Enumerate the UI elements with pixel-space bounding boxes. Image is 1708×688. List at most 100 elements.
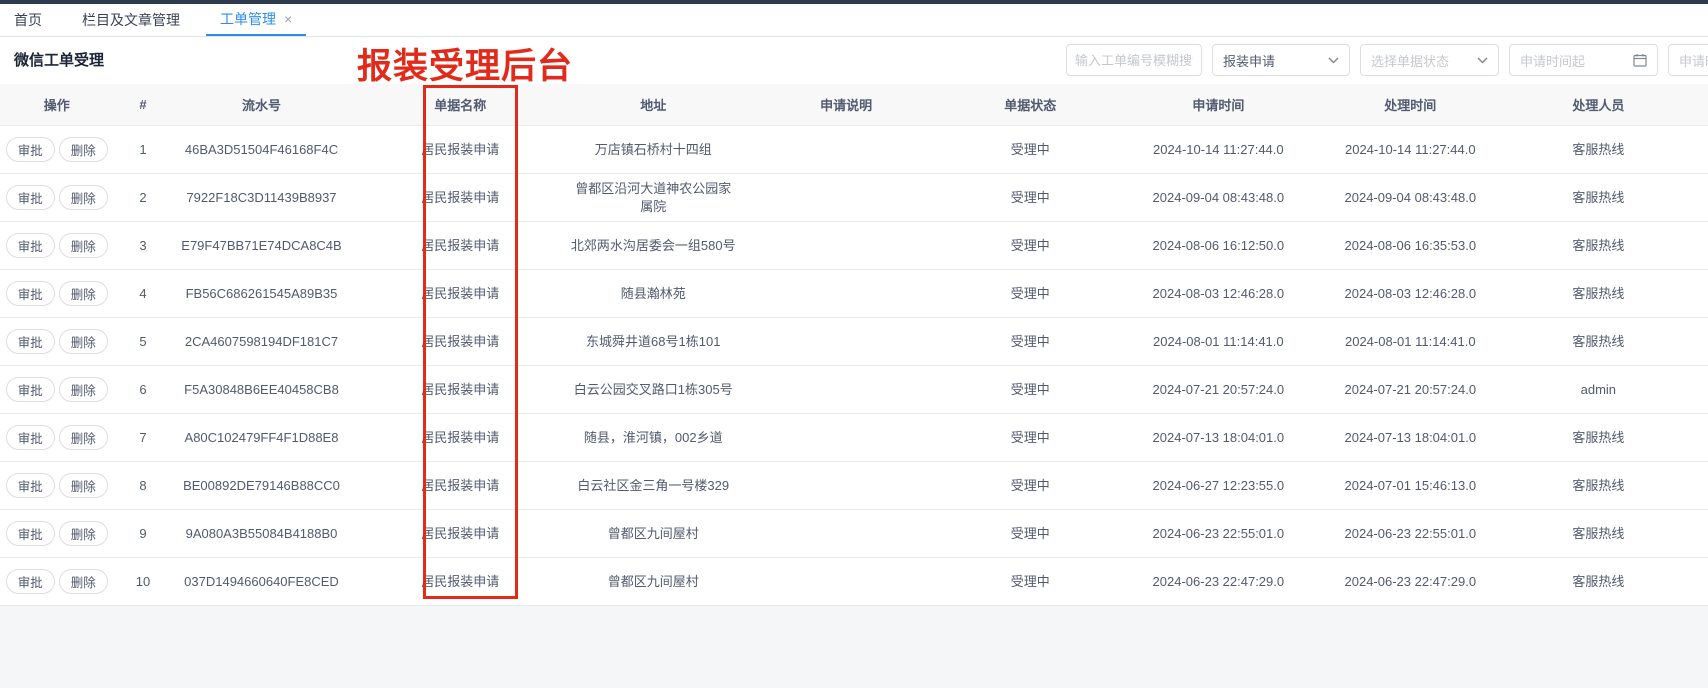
apply-date-end-picker[interactable]: 申请时间止 <box>1668 44 1708 76</box>
toolbar: 微信工单受理 报装申请 选择单据状态 申请时间起 申请时间止 <box>0 37 1708 84</box>
column-header: 单据状态 <box>956 84 1105 125</box>
order-status-select[interactable]: 选择单据状态 <box>1360 44 1499 76</box>
cell-process-time: 2024-06-23 22:47:29.0 <box>1332 558 1489 605</box>
cell-process-time: 2024-07-01 15:46:13.0 <box>1332 462 1489 509</box>
tab-bar: 首页 栏目及文章管理 工单管理 × <box>0 4 1708 37</box>
cell-apply-note <box>736 174 955 221</box>
filter-bar: 报装申请 选择单据状态 申请时间起 申请时间止 <box>1066 44 1708 76</box>
table-row: 审批删除6F5A30848B6EE40458CB8居民报装申请白云公园交叉路口1… <box>0 366 1708 414</box>
cell-apply-note <box>736 270 955 317</box>
delete-button[interactable]: 删除 <box>59 473 108 498</box>
cell-apply-time: 2024-10-14 11:27:44.0 <box>1105 126 1332 173</box>
cell-status: 受理中 <box>956 270 1105 317</box>
cell-handler: 客服热线 <box>1489 414 1708 461</box>
cell-address: 随县瀚林苑 <box>570 270 736 317</box>
table-header-row: 操作#流水号单据名称地址申请说明单据状态申请时间处理时间处理人员 <box>0 84 1708 126</box>
cell-status: 受理中 <box>956 174 1105 221</box>
cell-index: 4 <box>114 270 173 317</box>
cell-serial-number: 037D1494660640FE8CED <box>172 558 350 605</box>
delete-button[interactable]: 删除 <box>59 329 108 354</box>
cell-serial-number: BE00892DE79146B88CC0 <box>172 462 350 509</box>
column-header: 申请时间 <box>1105 84 1332 125</box>
cell-apply-time: 2024-06-23 22:47:29.0 <box>1105 558 1332 605</box>
cell-serial-number: 7922F18C3D11439B8937 <box>172 174 350 221</box>
approve-button[interactable]: 审批 <box>6 521 55 546</box>
delete-button[interactable]: 删除 <box>59 569 108 594</box>
approve-button[interactable]: 审批 <box>6 377 55 402</box>
approve-button[interactable]: 审批 <box>6 281 55 306</box>
cell-serial-number: 2CA4607598194DF181C7 <box>172 318 350 365</box>
work-order-table: 操作#流水号单据名称地址申请说明单据状态申请时间处理时间处理人员 审批删除146… <box>0 84 1708 606</box>
approve-button[interactable]: 审批 <box>6 569 55 594</box>
delete-button[interactable]: 删除 <box>59 137 108 162</box>
cell-handler: 客服热线 <box>1489 174 1708 221</box>
tab-home[interactable]: 首页 <box>0 4 56 36</box>
table-row: 审批删除4FB56C686261545A89B35居民报装申请随县瀚林苑受理中2… <box>0 270 1708 318</box>
cell-process-time: 2024-06-23 22:55:01.0 <box>1332 510 1489 557</box>
cell-address: 万店镇石桥村十四组 <box>570 126 736 173</box>
cell-serial-number: 9A080A3B55084B4188B0 <box>172 510 350 557</box>
cell-doc-name: 居民报装申请 <box>351 174 570 221</box>
apply-date-start-picker[interactable]: 申请时间起 <box>1509 44 1658 76</box>
cell-status: 受理中 <box>956 318 1105 365</box>
tab-articles-management[interactable]: 栏目及文章管理 <box>68 4 194 36</box>
cell-doc-name: 居民报装申请 <box>351 414 570 461</box>
cell-status: 受理中 <box>956 462 1105 509</box>
table-row: 审批删除99A080A3B55084B4188B0居民报装申请曾都区九间屋村受理… <box>0 510 1708 558</box>
column-header: 处理人员 <box>1489 84 1708 125</box>
cell-apply-time: 2024-07-13 18:04:01.0 <box>1105 414 1332 461</box>
table-body: 审批删除146BA3D51504F46168F4C居民报装申请万店镇石桥村十四组… <box>0 126 1708 606</box>
delete-button[interactable]: 删除 <box>59 281 108 306</box>
table-row: 审批删除7A80C102479FF4F1D88E8居民报装申请随县，淮河镇，00… <box>0 414 1708 462</box>
cell-process-time: 2024-07-21 20:57:24.0 <box>1332 366 1489 413</box>
table-row: 审批删除52CA4607598194DF181C7居民报装申请东城舜井道68号1… <box>0 318 1708 366</box>
tab-label: 工单管理 <box>220 9 276 29</box>
apply-date-start-placeholder: 申请时间起 <box>1520 51 1585 70</box>
page-title: 微信工单受理 <box>14 37 104 84</box>
cell-doc-name: 居民报装申请 <box>351 366 570 413</box>
cell-doc-name: 居民报装申请 <box>351 510 570 557</box>
cell-actions: 审批删除 <box>0 366 114 413</box>
cell-doc-name: 居民报装申请 <box>351 558 570 605</box>
cell-address: 随县，淮河镇，002乡道 <box>570 414 736 461</box>
approve-button[interactable]: 审批 <box>6 185 55 210</box>
cell-process-time: 2024-07-13 18:04:01.0 <box>1332 414 1489 461</box>
column-header: 处理时间 <box>1332 84 1489 125</box>
cell-index: 8 <box>114 462 173 509</box>
cell-status: 受理中 <box>956 510 1105 557</box>
annotation-text: 报装受理后台 <box>357 38 573 89</box>
cell-actions: 审批删除 <box>0 270 114 317</box>
cell-serial-number: E79F47BB71E74DCA8C4B <box>172 222 350 269</box>
tab-label: 栏目及文章管理 <box>82 10 180 30</box>
cell-actions: 审批删除 <box>0 510 114 557</box>
cell-actions: 审批删除 <box>0 222 114 269</box>
cell-actions: 审批删除 <box>0 558 114 605</box>
tab-work-order-management[interactable]: 工单管理 × <box>206 4 306 36</box>
delete-button[interactable]: 删除 <box>59 185 108 210</box>
cell-process-time: 2024-10-14 11:27:44.0 <box>1332 126 1489 173</box>
cell-address: 东城舜井道68号1栋101 <box>570 318 736 365</box>
column-header: 单据名称 <box>351 84 570 125</box>
approve-button[interactable]: 审批 <box>6 329 55 354</box>
table-row: 审批删除146BA3D51504F46168F4C居民报装申请万店镇石桥村十四组… <box>0 126 1708 174</box>
delete-button[interactable]: 删除 <box>59 377 108 402</box>
close-icon[interactable]: × <box>284 12 292 26</box>
order-type-select[interactable]: 报装申请 <box>1212 44 1350 76</box>
delete-button[interactable]: 删除 <box>59 425 108 450</box>
approve-button[interactable]: 审批 <box>6 473 55 498</box>
cell-process-time: 2024-08-01 11:14:41.0 <box>1332 318 1489 365</box>
cell-index: 3 <box>114 222 173 269</box>
cell-apply-note <box>736 222 955 269</box>
cell-actions: 审批删除 <box>0 126 114 173</box>
search-input[interactable] <box>1067 45 1201 75</box>
cell-doc-name: 居民报装申请 <box>351 126 570 173</box>
cell-handler: 客服热线 <box>1489 558 1708 605</box>
approve-button[interactable]: 审批 <box>6 137 55 162</box>
cell-serial-number: 46BA3D51504F46168F4C <box>172 126 350 173</box>
delete-button[interactable]: 删除 <box>59 521 108 546</box>
calendar-icon[interactable] <box>1633 53 1647 67</box>
delete-button[interactable]: 删除 <box>59 233 108 258</box>
approve-button[interactable]: 审批 <box>6 233 55 258</box>
approve-button[interactable]: 审批 <box>6 425 55 450</box>
column-header: 操作 <box>0 84 114 125</box>
